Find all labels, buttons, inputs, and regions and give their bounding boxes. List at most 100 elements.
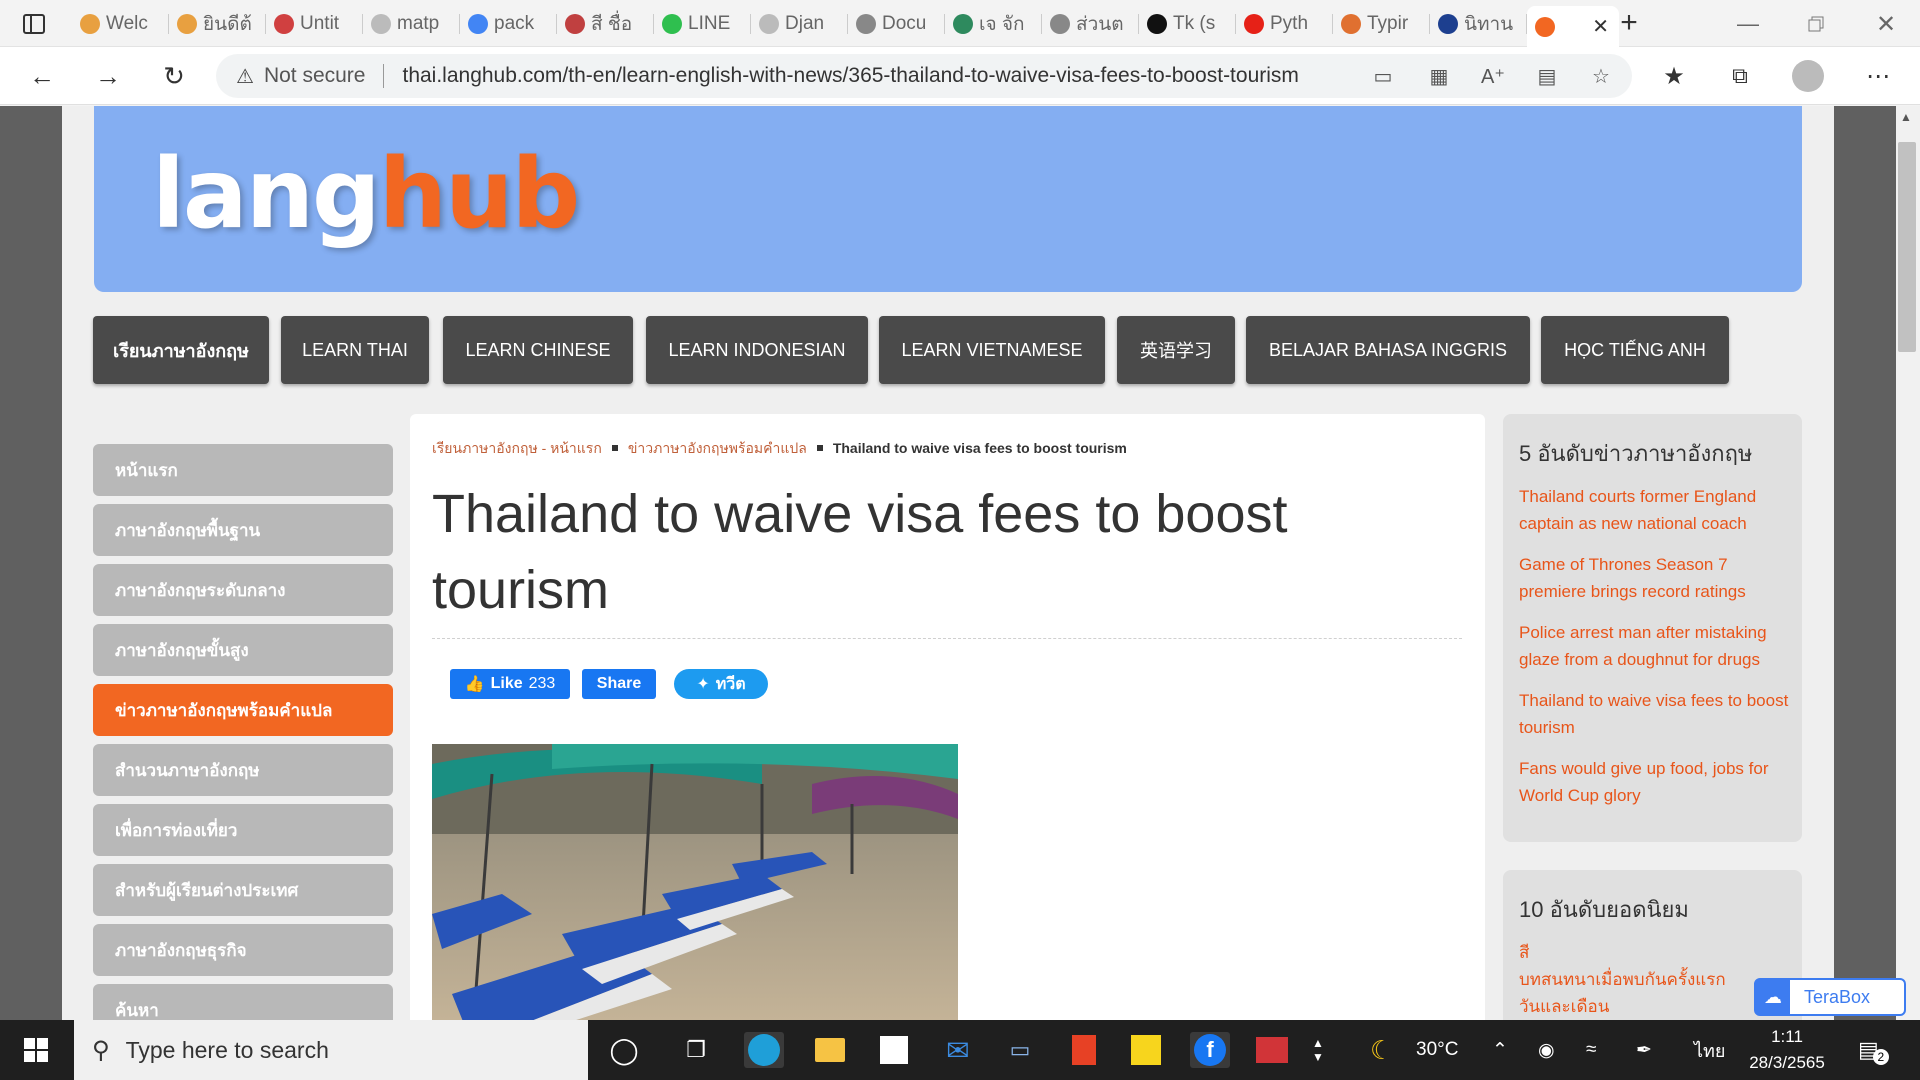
- nav-hoc-tieng-anh[interactable]: HỌC TIẾNG ANH: [1541, 316, 1729, 384]
- more-menu-icon[interactable]: ⋯: [1858, 57, 1898, 95]
- browser-tab[interactable]: pack: [460, 8, 557, 40]
- sidebar-item-intermediate-english[interactable]: ภาษาอังกฤษระดับกลาง: [93, 564, 393, 616]
- top5-link[interactable]: Police arrest man after mistaking glaze …: [1519, 619, 1790, 673]
- sidebar-item-basic-english[interactable]: ภาษาอังกฤษพื้นฐาน: [93, 504, 393, 556]
- facebook-icon[interactable]: f: [1190, 1032, 1230, 1068]
- wifi-icon[interactable]: ≈: [1586, 1020, 1596, 1080]
- browser-tab[interactable]: Welc: [72, 8, 169, 40]
- nav-learn-chinese[interactable]: LEARN CHINESE: [443, 316, 633, 384]
- office-icon[interactable]: [1064, 1032, 1104, 1068]
- terabox-widget[interactable]: ☁ TeraBox: [1754, 978, 1906, 1016]
- sidebar-item-idioms[interactable]: สำนวนภาษาอังกฤษ: [93, 744, 393, 796]
- browser-tab[interactable]: matp: [363, 8, 460, 40]
- minimize-icon[interactable]: —: [1728, 8, 1768, 40]
- langhub-logo[interactable]: langhub: [152, 138, 580, 250]
- sidebar-item-home[interactable]: หน้าแรก: [93, 444, 393, 496]
- sidebar-item-advanced-english[interactable]: ภาษาอังกฤษขั้นสูง: [93, 624, 393, 676]
- nav-learn-thai[interactable]: LEARN THAI: [281, 316, 429, 384]
- scroll-up-arrow-icon[interactable]: ▲: [1900, 110, 1912, 124]
- tab-actions-icon[interactable]: [18, 10, 50, 38]
- nav-learn-english-chinese[interactable]: 英语学习: [1117, 316, 1235, 384]
- weather-moon-icon[interactable]: ☾: [1370, 1020, 1393, 1080]
- notification-center-icon[interactable]: ▤ 2: [1858, 1020, 1889, 1080]
- mail-icon[interactable]: ✉: [938, 1032, 978, 1068]
- pen-icon[interactable]: ✒: [1636, 1020, 1652, 1080]
- scrollbar-thumb[interactable]: [1898, 142, 1916, 352]
- close-window-icon[interactable]: ✕: [1866, 8, 1906, 40]
- sidebar-item-foreign-learners[interactable]: สำหรับผู้เรียนต่างประเทศ: [93, 864, 393, 916]
- tab-label: Welc: [106, 13, 148, 34]
- browser-tab[interactable]: LINE: [654, 8, 751, 40]
- top10-link[interactable]: สี: [1519, 939, 1790, 966]
- sidebar-item-search[interactable]: ค้นหา: [93, 984, 393, 1020]
- top5-link[interactable]: Fans would give up food, jobs for World …: [1519, 755, 1790, 809]
- browser-tab[interactable]: ✕: [1527, 6, 1619, 47]
- security-label[interactable]: Not secure: [264, 64, 366, 88]
- app-available-icon[interactable]: ▭: [1368, 64, 1398, 90]
- browser-tab[interactable]: นิทาน: [1430, 8, 1527, 40]
- input-language[interactable]: ไทย: [1694, 1020, 1725, 1080]
- reload-icon[interactable]: ↻: [154, 57, 194, 95]
- address-bar[interactable]: ⚠ Not secure thai.langhub.com/th-en/lear…: [216, 54, 1632, 98]
- windows-start-icon[interactable]: [16, 1032, 56, 1068]
- edge-browser-icon[interactable]: [744, 1032, 784, 1068]
- clock[interactable]: 1:11 28/3/2565: [1749, 1020, 1825, 1080]
- news-app-icon[interactable]: [1252, 1032, 1292, 1068]
- tweet-button[interactable]: ✦ ทวีต: [674, 669, 768, 699]
- sidebar-item-news-english[interactable]: ข่าวภาษาอังกฤษพร้อมคำแปล: [93, 684, 393, 736]
- top5-link[interactable]: Thailand to waive visa fees to boost tou…: [1519, 687, 1790, 741]
- top10-link[interactable]: วันและเดือน: [1519, 993, 1790, 1020]
- cortana-icon[interactable]: ◯: [604, 1032, 644, 1068]
- sidebar-item-business-english[interactable]: ภาษาอังกฤษธุรกิจ: [93, 924, 393, 976]
- remote-desktop-icon[interactable]: ▭: [1000, 1032, 1040, 1068]
- weather-temperature[interactable]: 30°C: [1416, 1020, 1458, 1080]
- co-icon: [80, 14, 100, 34]
- browser-tab[interactable]: เจ จัก: [945, 8, 1042, 40]
- read-aloud-icon[interactable]: A⁺: [1478, 64, 1508, 90]
- hidden-icons-chevron-icon[interactable]: ⌃: [1492, 1020, 1508, 1080]
- browser-tab[interactable]: Docu: [848, 8, 945, 40]
- tray-scroll-icon[interactable]: ▲ ▼: [1312, 1020, 1324, 1080]
- facebook-share-button[interactable]: Share: [582, 669, 656, 699]
- nav-learn-vietnamese[interactable]: LEARN VIETNAMESE: [879, 316, 1105, 384]
- url-text[interactable]: thai.langhub.com/th-en/learn-english-wit…: [402, 64, 1298, 88]
- top5-news-widget: 5 อันดับข่าวภาษาอังกฤษ Thailand courts f…: [1503, 414, 1802, 842]
- browser-tab[interactable]: ส่วนต: [1042, 8, 1139, 40]
- line-icon: [662, 14, 682, 34]
- task-view-icon[interactable]: ❐: [676, 1032, 716, 1068]
- top10-link[interactable]: บทสนทนาเมื่อพบกันครั้งแรก: [1519, 966, 1790, 993]
- restore-icon[interactable]: [1796, 8, 1836, 40]
- facebook-like-button[interactable]: 👍 Like 233: [450, 669, 570, 699]
- browser-tab[interactable]: ยินดีต้: [169, 8, 266, 40]
- forward-icon[interactable]: →: [88, 57, 128, 95]
- browser-tab[interactable]: Typir: [1333, 8, 1430, 40]
- microsoft-store-icon[interactable]: [874, 1032, 914, 1068]
- sidebar-item-travel[interactable]: เพื่อการท่องเที่ยว: [93, 804, 393, 856]
- browser-tab[interactable]: Djan: [751, 8, 848, 40]
- record-icon[interactable]: ◉: [1538, 1020, 1555, 1080]
- new-tab-button[interactable]: +: [1612, 8, 1646, 40]
- qr-code-icon[interactable]: ▦: [1424, 64, 1454, 90]
- top5-link[interactable]: Thailand courts former England captain a…: [1519, 483, 1790, 537]
- favorites-icon[interactable]: ★: [1654, 57, 1694, 95]
- close-tab-icon[interactable]: ✕: [1592, 14, 1609, 39]
- back-icon[interactable]: ←: [22, 57, 62, 95]
- langhub-icon: [1535, 16, 1555, 37]
- file-explorer-icon[interactable]: [810, 1032, 850, 1068]
- breadcrumb-home-link[interactable]: เรียนภาษาอังกฤษ - หน้าแรก: [432, 440, 602, 456]
- profile-avatar[interactable]: [1788, 57, 1828, 95]
- top5-link[interactable]: Game of Thrones Season 7 premiere brings…: [1519, 551, 1790, 605]
- browser-tab[interactable]: Tk (s: [1139, 8, 1236, 40]
- nav-belajar-bahasa-inggris[interactable]: BELAJAR BAHASA INGGRIS: [1246, 316, 1530, 384]
- browser-tab[interactable]: สี ชื่อ: [557, 8, 654, 40]
- nav-learn-english[interactable]: เรียนภาษาอังกฤษ: [93, 316, 269, 384]
- breadcrumb-section-link[interactable]: ข่าวภาษาอังกฤษพร้อมคำแปล: [628, 440, 807, 456]
- taskbar-search-box[interactable]: ⚲ Type here to search: [74, 1020, 588, 1080]
- add-favorite-icon[interactable]: ☆: [1586, 64, 1616, 90]
- browser-tab[interactable]: Pyth: [1236, 8, 1333, 40]
- sticky-notes-icon[interactable]: [1126, 1032, 1166, 1068]
- reader-view-icon[interactable]: ▤: [1532, 64, 1562, 90]
- collections-icon[interactable]: ⧉: [1720, 57, 1760, 95]
- browser-tab[interactable]: Untit: [266, 8, 363, 40]
- nav-learn-indonesian[interactable]: LEARN INDONESIAN: [646, 316, 868, 384]
